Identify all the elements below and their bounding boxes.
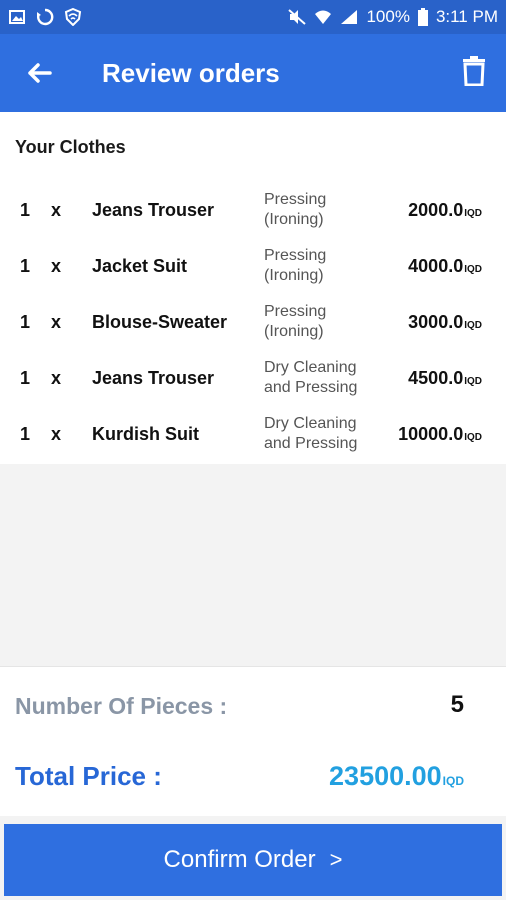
item-quantity: 1 xyxy=(20,424,31,444)
wifi-icon xyxy=(314,9,332,25)
price-currency: IQD xyxy=(464,320,482,331)
item-name: Jacket Suit xyxy=(92,256,188,276)
battery-percent: 100% xyxy=(366,7,410,26)
item-quantity: 1 xyxy=(20,200,31,220)
price-value: 2000.0 xyxy=(408,200,464,220)
list-item[interactable]: 1 x Jeans Trouser Pressing (Ironing) 200… xyxy=(0,184,506,240)
item-price: 4500.0IQD xyxy=(408,368,482,389)
shield-icon xyxy=(64,8,82,26)
app-bar: Review orders xyxy=(0,34,506,112)
item-service: Pressing (Ironing) xyxy=(264,302,384,342)
status-bar: 100% 3:11 PM xyxy=(0,0,506,34)
trash-icon[interactable] xyxy=(462,56,486,87)
order-list: Your Clothes 1 x Jeans Trouser Pressing … xyxy=(0,112,506,464)
image-icon xyxy=(8,9,26,25)
battery-icon xyxy=(417,8,428,26)
service-line1: Pressing xyxy=(264,247,327,264)
chevron-right-icon: > xyxy=(329,847,343,872)
order-summary: Number Of Pieces : 5 Total Price : 23500… xyxy=(0,666,506,816)
item-quantity: 1 xyxy=(20,312,31,332)
item-service: Pressing (Ironing) xyxy=(264,246,384,286)
price-value: 10000.0 xyxy=(398,424,464,444)
item-service: Dry Cleaning and Pressing xyxy=(264,358,384,398)
mute-icon xyxy=(288,9,307,25)
item-price: 10000.0IQD xyxy=(398,424,482,445)
item-times: x xyxy=(51,200,62,220)
item-name: Blouse-Sweater xyxy=(92,312,228,332)
list-item[interactable]: 1 x Kurdish Suit Dry Cleaning and Pressi… xyxy=(0,408,506,464)
item-service: Dry Cleaning and Pressing xyxy=(264,414,384,454)
price-value: 4500.0 xyxy=(408,368,464,388)
item-price: 4000.0IQD xyxy=(408,256,482,277)
item-name: Jeans Trouser xyxy=(92,200,215,220)
list-item[interactable]: 1 x Blouse-Sweater Pressing (Ironing) 30… xyxy=(0,296,506,352)
service-line1: Dry Cleaning xyxy=(264,415,357,432)
clock: 3:11 PM xyxy=(435,7,498,26)
service-line1: Pressing xyxy=(264,191,327,208)
item-price: 2000.0IQD xyxy=(408,200,482,221)
total-label: Total Price : xyxy=(15,761,162,791)
price-currency: IQD xyxy=(464,432,482,443)
list-item[interactable]: 1 x Jacket Suit Pressing (Ironing) 4000.… xyxy=(0,240,506,296)
signal-icon xyxy=(340,9,358,25)
item-price: 3000.0IQD xyxy=(408,312,482,333)
price-currency: IQD xyxy=(464,376,482,387)
confirm-order-button[interactable]: Confirm Order > xyxy=(4,824,502,896)
service-line1: Pressing xyxy=(264,303,327,320)
price-currency: IQD xyxy=(464,264,482,275)
total-price: 23500.00IQD xyxy=(329,761,464,792)
price-currency: IQD xyxy=(464,208,482,219)
item-service: Pressing (Ironing) xyxy=(264,190,384,230)
arrow-left-icon[interactable] xyxy=(22,58,56,88)
item-name: Kurdish Suit xyxy=(92,424,199,444)
service-line2: and Pressing xyxy=(264,379,358,396)
list-item[interactable]: 1 x Jeans Trouser Dry Cleaning and Press… xyxy=(0,352,506,408)
pieces-count: 5 xyxy=(450,691,464,718)
price-value: 3000.0 xyxy=(408,312,464,332)
item-name: Jeans Trouser xyxy=(92,368,215,388)
service-line2: (Ironing) xyxy=(264,323,324,340)
item-times: x xyxy=(51,312,62,332)
item-times: x xyxy=(51,368,62,388)
item-times: x xyxy=(51,256,62,276)
service-line2: (Ironing) xyxy=(264,211,324,228)
item-quantity: 1 xyxy=(20,256,31,276)
item-quantity: 1 xyxy=(20,368,31,388)
confirm-label: Confirm Order xyxy=(163,846,316,873)
sync-icon xyxy=(36,8,54,26)
item-times: x xyxy=(51,424,62,444)
service-line2: and Pressing xyxy=(264,435,358,452)
total-value: 23500.00 xyxy=(329,761,442,791)
section-title: Your Clothes xyxy=(15,137,126,157)
service-line2: (Ironing) xyxy=(264,267,324,284)
price-value: 4000.0 xyxy=(408,256,464,276)
pieces-label: Number Of Pieces : xyxy=(15,693,228,719)
service-line1: Dry Cleaning xyxy=(264,359,357,376)
page-title: Review orders xyxy=(102,58,280,88)
total-currency: IQD xyxy=(442,774,464,788)
